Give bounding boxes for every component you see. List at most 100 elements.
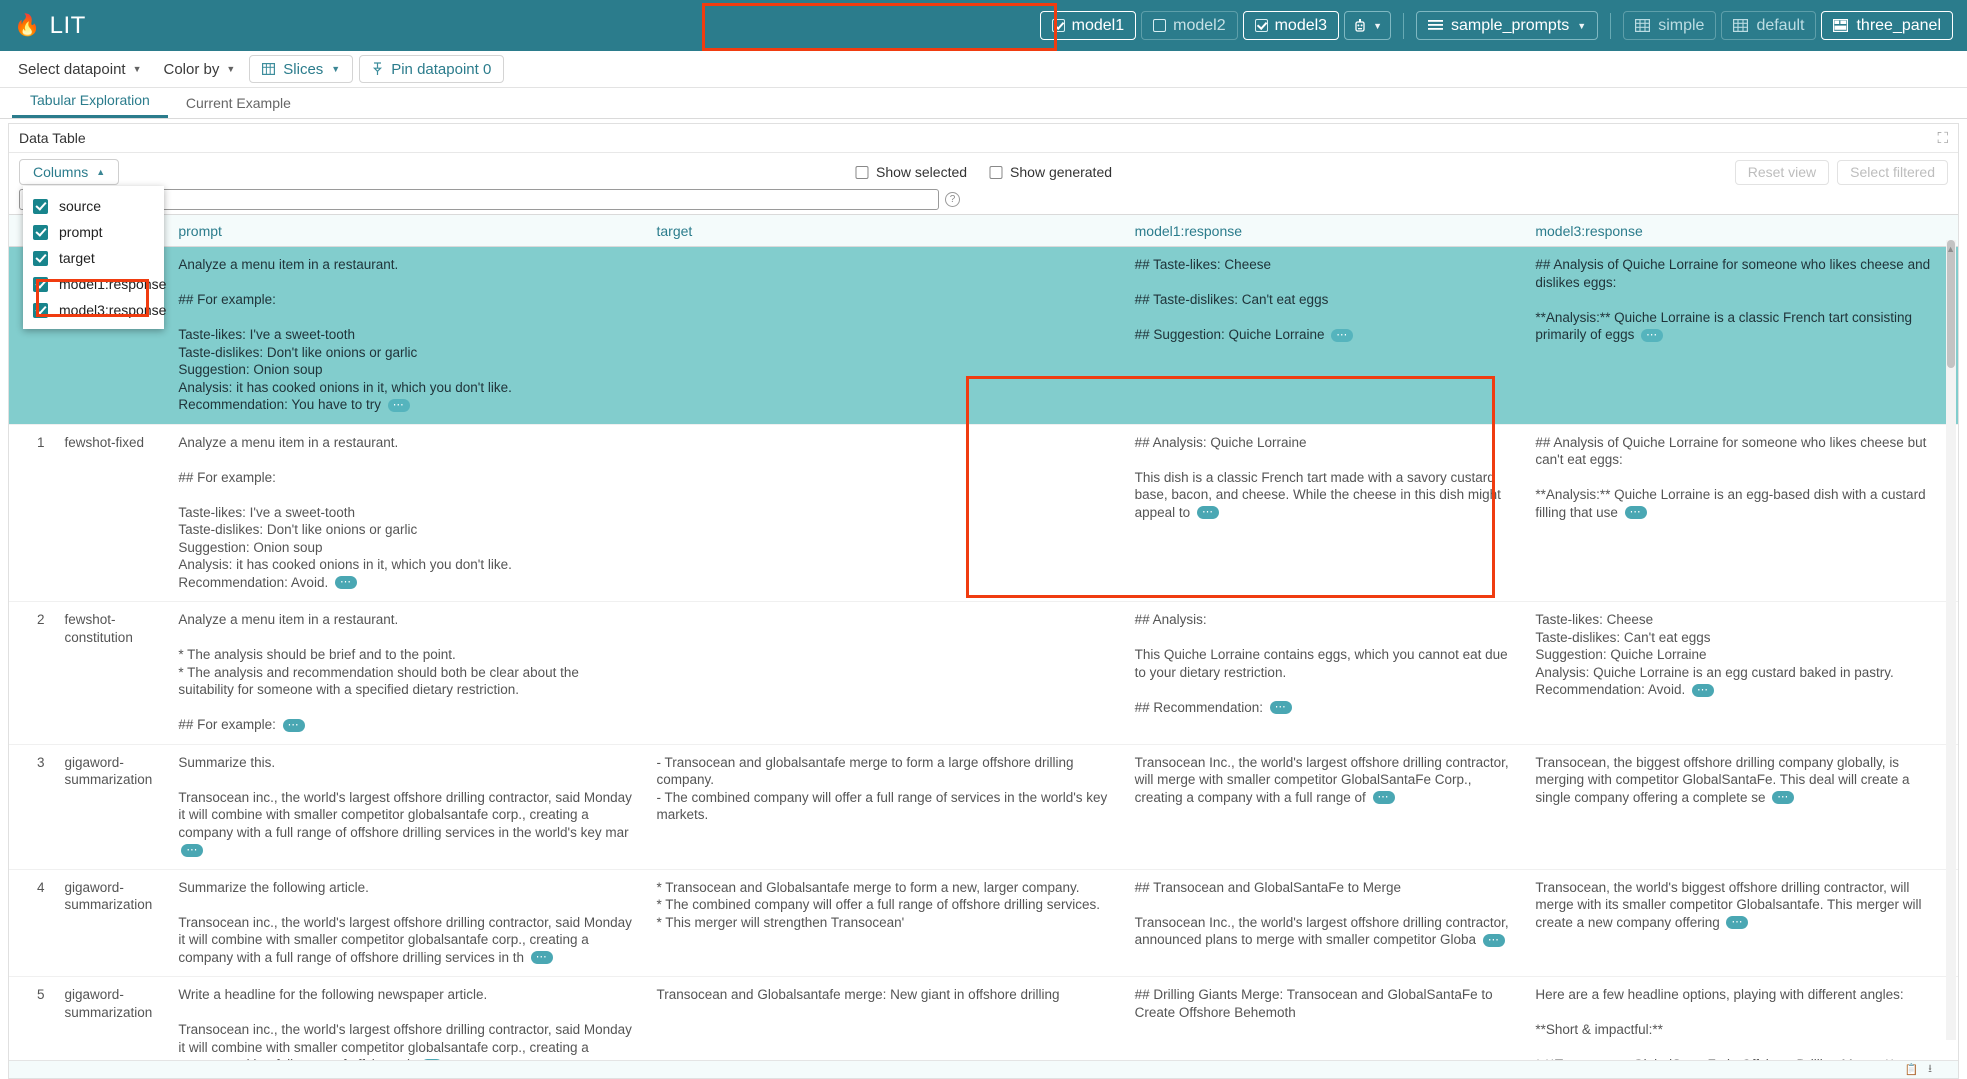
model-selector-group: model1 model2 model3 ▼ [1040,11,1391,40]
cell-model3-response: Taste-likes: Cheese Taste-dislikes: Can'… [1525,602,1958,745]
table-vertical-scrollbar[interactable] [1946,240,1956,1040]
cell-model1-response: ## Transocean and GlobalSantaFe to Merge… [1125,869,1526,977]
expand-ellipsis-icon[interactable]: ⋯ [1483,934,1505,947]
tab-tabular-exploration[interactable]: Tabular Exploration [12,92,168,118]
copy-icon[interactable]: 📋 [1904,1063,1918,1076]
cell-text: ## Analysis of Quiche Lorraine for someo… [1535,257,1934,342]
column-header-target[interactable]: target [647,215,1125,247]
chevron-down-icon: ▼ [1577,21,1586,31]
cell-index: 3 [9,744,55,869]
table-footer: 📋 ⭳ [9,1060,1958,1078]
grid-icon [1635,19,1650,32]
cell-prompt: Summarize this. Transocean inc., the wor… [168,744,646,869]
cell-prompt: Write a headline for the following newsp… [168,977,646,1061]
layout-button-default[interactable]: default [1721,11,1816,40]
model-chip-model3[interactable]: model3 [1243,11,1339,40]
cell-model1-response: ## Taste-likes: Cheese ## Taste-dislikes… [1125,247,1526,425]
fullscreen-icon[interactable]: ⛶ [1937,130,1948,147]
expand-ellipsis-icon[interactable]: ⋯ [531,951,553,964]
chevron-down-icon: ▼ [133,64,142,74]
expand-ellipsis-icon[interactable]: ⋯ [421,1059,443,1060]
table-row[interactable]: 5 gigaword-summarization Write a headlin… [9,977,1958,1061]
table-row[interactable]: 3 gigaword-summarization Summarize this.… [9,744,1958,869]
select-datapoint-dropdown[interactable]: Select datapoint ▼ [10,56,150,82]
scroll-up-arrow-icon[interactable]: ▲ [1946,244,1955,254]
expand-ellipsis-icon[interactable]: ⋯ [283,719,305,732]
app-brand: 🔥 LIT [14,12,86,40]
expand-ellipsis-icon[interactable]: ⋯ [335,576,357,589]
columns-dropdown-item-model3-response[interactable]: model3:response [23,297,164,323]
select-filtered-button[interactable]: Select filtered [1837,160,1948,185]
expand-ellipsis-icon[interactable]: ⋯ [1270,701,1292,714]
table-row[interactable]: 1 fewshot-fixed Analyze a menu item in a… [9,424,1958,602]
checkbox-icon [33,199,48,214]
table-row[interactable]: Analyze a menu item in a restaurant. ## … [9,247,1958,425]
expand-ellipsis-icon[interactable]: ⋯ [1692,684,1714,697]
download-icon[interactable]: ⭳ [1928,1060,1932,1079]
columns-dropdown-label: model1:response [59,276,166,292]
checkbox-icon [33,225,48,240]
layout-label: three_panel [1856,17,1941,35]
cell-text: Transocean, the biggest offshore drillin… [1535,755,1913,805]
checkbox-icon [1052,19,1065,32]
expand-ellipsis-icon[interactable]: ⋯ [1197,506,1219,519]
expand-ellipsis-icon[interactable]: ⋯ [1726,916,1748,929]
layout-label: simple [1658,17,1704,35]
cell-model1-response: ## Analysis: Quiche Lorraine This dish i… [1125,424,1526,602]
layout-button-simple[interactable]: simple [1623,11,1716,40]
model-chip-model1[interactable]: model1 [1040,11,1136,40]
columns-dropdown-item-source[interactable]: source [23,193,164,219]
expand-ellipsis-icon[interactable]: ⋯ [1772,791,1794,804]
scrollbar-thumb[interactable] [1947,240,1955,368]
expand-ellipsis-icon[interactable]: ⋯ [181,844,203,857]
cell-target: * Transocean and Globalsantafe merge to … [647,869,1125,977]
layout-button-three-panel[interactable]: three_panel [1821,11,1953,40]
columns-dropdown-label: source [59,198,101,214]
model-chip-model2[interactable]: model2 [1141,11,1237,40]
cell-text: ## Analysis: Quiche Lorraine This dish i… [1135,435,1505,520]
cell-model1-response: ## Analysis: This Quiche Lorraine contai… [1125,602,1526,745]
expand-ellipsis-icon[interactable]: ⋯ [388,399,410,412]
data-table: prompt target model1:response model3:res… [9,214,1958,1060]
table-row[interactable]: 4 gigaword-summarization Summarize the f… [9,869,1958,977]
table-body: Analyze a menu item in a restaurant. ## … [9,247,1958,1061]
columns-dropdown-item-prompt[interactable]: prompt [23,219,164,245]
tab-current-example[interactable]: Current Example [168,95,309,118]
chevron-down-icon: ▼ [1373,21,1382,31]
expand-ellipsis-icon[interactable]: ⋯ [1641,329,1663,342]
cell-model3-response: Transocean, the world's biggest offshore… [1525,869,1958,977]
expand-ellipsis-icon[interactable]: ⋯ [1331,329,1353,342]
show-selected-checkbox[interactable]: Show selected [855,164,967,180]
reset-view-button[interactable]: Reset view [1735,160,1829,185]
model-menu-button[interactable]: ▼ [1344,11,1391,40]
column-header-prompt[interactable]: prompt [168,215,646,247]
chevron-down-icon: ▼ [331,64,340,74]
table-row[interactable]: 2 fewshot-constitution Analyze a menu it… [9,602,1958,745]
cell-text: Analyze a menu item in a restaurant. * T… [178,612,582,732]
pin-datapoint-button[interactable]: Pin datapoint 0 [359,55,504,83]
expand-ellipsis-icon[interactable]: ⋯ [1373,791,1395,804]
column-header-model3-response[interactable]: model3:response [1525,215,1958,247]
columns-dropdown-item-target[interactable]: target [23,245,164,271]
dataset-selector[interactable]: sample_prompts ▼ [1416,11,1598,40]
cell-source: fewshot-constitution [55,602,169,745]
help-icon[interactable]: ? [945,192,960,207]
layout-label: default [1756,17,1804,35]
column-header-model1-response[interactable]: model1:response [1125,215,1526,247]
columns-button[interactable]: Columns ▲ [19,159,119,185]
cell-source: gigaword-summarization [55,869,169,977]
cell-index: 1 [9,424,55,602]
expand-ellipsis-icon[interactable]: ⋯ [1625,506,1647,519]
columns-dropdown-item-model1-response[interactable]: model1:response [23,271,164,297]
chevron-down-icon: ▼ [226,64,235,74]
color-by-dropdown[interactable]: Color by ▼ [156,56,244,82]
data-table-card: Data Table ⛶ Columns ▲ Show selected Sho… [8,123,1959,1079]
checkbox-icon [33,277,48,292]
slices-button[interactable]: Slices ▼ [249,55,353,83]
show-generated-checkbox[interactable]: Show generated [989,164,1112,180]
cell-index: 2 [9,602,55,745]
table-search-row: ? [9,189,1958,214]
checkbox-icon [855,166,868,179]
columns-dropdown-label: model3:response [59,302,166,318]
cell-text: ## Analysis of Quiche Lorraine for someo… [1535,435,1930,520]
